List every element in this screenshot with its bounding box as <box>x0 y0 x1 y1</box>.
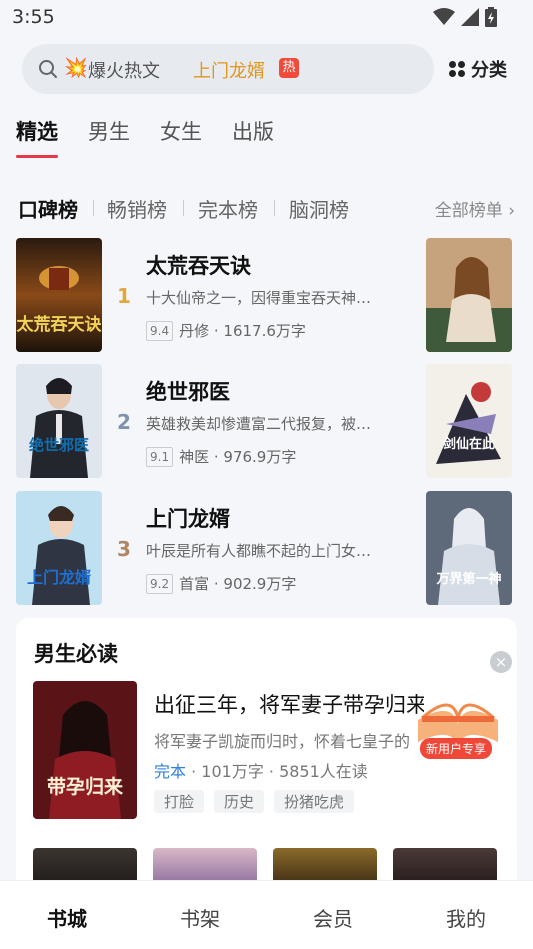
cover-title-text: 剑仙在此 <box>442 436 495 452</box>
fire-icon: 💥 <box>64 57 88 79</box>
cover-title-text: 带孕归来 <box>47 775 123 798</box>
promo-label: 新用户专享 <box>420 738 493 759</box>
book-meta: 完本 · 101万字 · 5851人在读 <box>154 758 368 782</box>
divider <box>274 200 275 216</box>
signal-icon <box>461 8 479 26</box>
status-time: 3:55 <box>12 6 55 28</box>
hot-badge: 热 <box>279 58 299 78</box>
rank-tab-bestseller[interactable]: 畅销榜 <box>107 194 167 223</box>
nav-bookshelf[interactable]: 书架 <box>180 903 220 932</box>
book-meta: 9.1 神医 · 976.9万字 <box>146 446 296 467</box>
book-title: 太荒吞天诀 <box>146 254 251 278</box>
book-description: 将军妻子凯旋而归时，怀着七皇子的 <box>154 732 411 751</box>
tab-publish[interactable]: 出版 <box>232 116 274 146</box>
rank-item[interactable]: 太荒吞天诀 1 太荒吞天诀 十大仙帝之一，因得重宝吞天神… 9.4 丹修 · 1… <box>16 238 516 352</box>
book-cover: 绝世邪医 <box>16 364 102 478</box>
side-book-cover[interactable] <box>426 238 512 352</box>
book-cover: 上门龙婿 <box>16 491 102 605</box>
cover-title-text: 万界第一神 <box>435 571 501 587</box>
nav-membership[interactable]: 会员 <box>313 903 353 932</box>
divider <box>183 200 184 216</box>
completion-status: 完本 <box>154 762 187 781</box>
rank-number: 1 <box>117 284 131 308</box>
book-meta-text: 首富 · 902.9万字 <box>179 575 297 593</box>
tab-male[interactable]: 男生 <box>88 116 130 146</box>
category-label: 分类 <box>471 60 507 81</box>
new-user-promo[interactable]: 新用户专享 <box>412 680 504 762</box>
tag-list: 打脸 历史 扮猪吃虎 <box>154 790 355 813</box>
rank-number: 2 <box>117 410 131 434</box>
book-description: 叶辰是所有人都瞧不起的上门女… <box>146 542 372 560</box>
book-title[interactable]: 出征三年，将军妻子带孕归来 <box>154 689 424 719</box>
rank-tab-reputation[interactable]: 口碑榜 <box>18 194 78 223</box>
chevron-right-icon: › <box>508 201 515 221</box>
book-title: 绝世邪医 <box>146 380 230 404</box>
status-icons <box>433 7 497 27</box>
side-book-cover[interactable]: 剑仙在此 <box>426 364 512 478</box>
section-title: 男生必读 <box>34 642 118 666</box>
category-button[interactable]: 分类 <box>448 56 507 82</box>
rank-item[interactable]: 上门龙婿 3 上门龙婿 叶辰是所有人都瞧不起的上门女… 9.2 首富 · 902… <box>16 491 516 605</box>
wifi-icon <box>433 8 455 25</box>
book-description: 英雄救美却惨遭富二代报复，被… <box>146 415 372 433</box>
search-bar[interactable]: 💥 爆火热文 上门龙婿 热 <box>22 44 434 94</box>
score-badge: 9.2 <box>146 573 174 594</box>
nav-bookstore[interactable]: 书城 <box>47 903 87 932</box>
status-bar: 3:55 <box>0 0 533 36</box>
cover-title-text: 太荒吞天诀 <box>17 314 103 335</box>
tag[interactable]: 打脸 <box>154 790 205 813</box>
ranking-tabs: 口碑榜 畅销榜 完本榜 脑洞榜 全部榜单 › <box>18 194 515 222</box>
tab-female[interactable]: 女生 <box>160 116 202 146</box>
tag[interactable]: 扮猪吃虎 <box>274 790 355 813</box>
nav-profile[interactable]: 我的 <box>446 903 486 932</box>
bottom-nav: 书城 书架 会员 我的 <box>0 880 533 949</box>
book-title: 上门龙婿 <box>146 507 230 531</box>
all-rankings-link[interactable]: 全部榜单 › <box>435 196 515 221</box>
search-icon <box>39 60 57 78</box>
book-cover[interactable]: 带孕归来 <box>33 681 137 819</box>
category-icon <box>449 61 465 77</box>
rank-tab-completed[interactable]: 完本榜 <box>198 194 258 223</box>
close-icon[interactable]: × <box>490 651 512 673</box>
main-tabs: 精选 男生 女生 出版 <box>16 116 304 158</box>
battery-icon <box>485 7 497 27</box>
search-hint: 爆火热文 <box>88 61 160 82</box>
rank-item[interactable]: 绝世邪医 2 绝世邪医 英雄救美却惨遭富二代报复，被… 9.1 神医 · 976… <box>16 364 516 478</box>
rank-tab-creative[interactable]: 脑洞榜 <box>289 194 349 223</box>
book-description: 十大仙帝之一，因得重宝吞天神… <box>146 289 372 307</box>
tab-featured[interactable]: 精选 <box>16 116 58 158</box>
cover-title-text: 上门龙婿 <box>27 568 91 587</box>
book-meta: 9.4 丹修 · 1617.6万字 <box>146 320 306 341</box>
score-badge: 9.1 <box>146 446 174 467</box>
rank-number: 3 <box>117 537 131 561</box>
book-meta: 9.2 首富 · 902.9万字 <box>146 573 296 594</box>
side-book-cover[interactable]: 万界第一神 <box>426 491 512 605</box>
tag[interactable]: 历史 <box>214 790 265 813</box>
score-badge: 9.4 <box>146 320 174 341</box>
book-meta-text: · 101万字 · 5851人在读 <box>186 762 368 781</box>
book-meta-text: 神医 · 976.9万字 <box>179 448 297 466</box>
divider <box>93 200 94 216</box>
all-rankings-label: 全部榜单 <box>434 201 503 221</box>
book-meta-text: 丹修 · 1617.6万字 <box>179 322 306 340</box>
cover-title-text: 绝世邪医 <box>29 436 89 454</box>
book-cover: 太荒吞天诀 <box>16 238 102 352</box>
search-hot-word: 上门龙婿 <box>193 61 265 82</box>
